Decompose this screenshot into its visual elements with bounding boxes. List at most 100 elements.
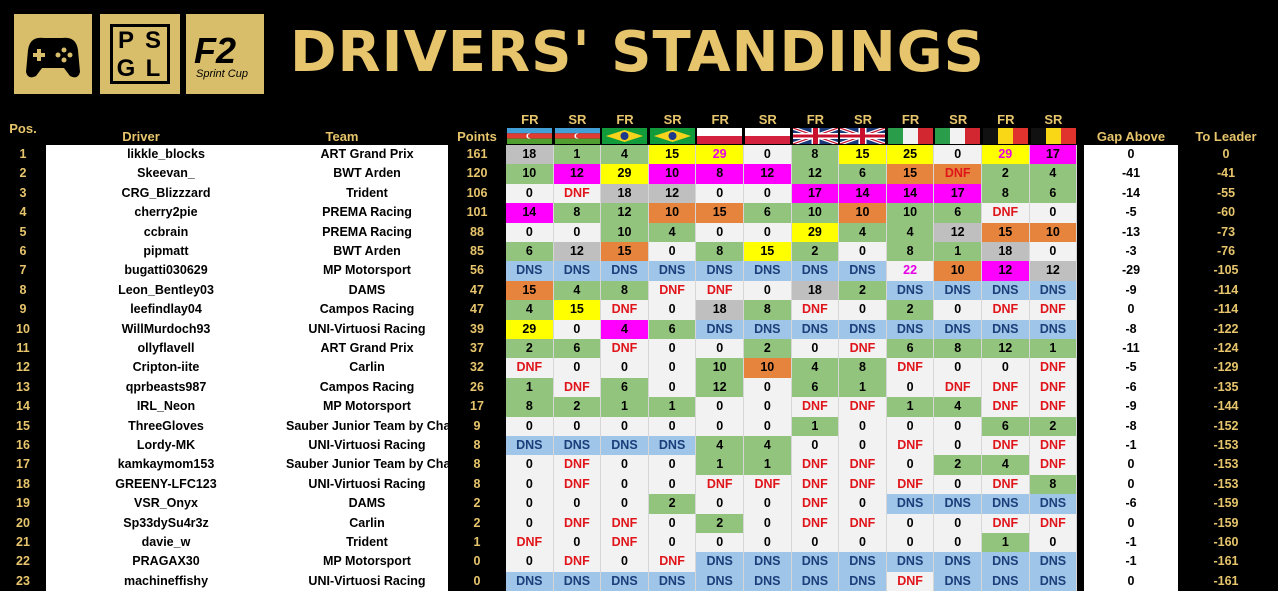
race-result-cell: 10	[934, 261, 982, 281]
points-cell: 26	[470, 379, 484, 394]
driver-name-cell: davie_w	[46, 533, 286, 553]
race-result-cell: DNF	[1029, 455, 1078, 475]
race-result-cell: 2	[648, 494, 697, 514]
race-result-cell: DNF	[982, 513, 1030, 533]
race-result-cell: 0	[648, 339, 697, 359]
race-result-cell: DNS	[553, 436, 602, 456]
race-result-cell: DNF	[1029, 300, 1078, 320]
f2-logo-text: F2	[194, 30, 237, 71]
points-cell: 2	[473, 496, 481, 511]
race-result-cell: DNS	[982, 280, 1030, 301]
race-result-cell: DNS	[934, 280, 982, 301]
race-result-cell: 0	[553, 222, 602, 242]
gap-above-cell: -3	[1084, 242, 1178, 262]
race-result-cell: 0	[839, 533, 887, 553]
race-result-cell: DNF	[601, 533, 649, 553]
race-type-label: FR	[806, 112, 825, 127]
race-result-cell: DNS	[982, 571, 1030, 591]
race-result-cell: DNS	[1029, 494, 1078, 514]
points-cell: 85	[470, 244, 484, 258]
team-name-cell: Carlin	[286, 358, 448, 378]
race-result-cell: DNF	[648, 552, 697, 572]
points-cell: 2	[473, 515, 481, 530]
race-result-cell: DNS	[886, 552, 935, 572]
team-name-cell: PREMA Racing	[286, 203, 448, 223]
to-leader-cell: -153	[1213, 457, 1239, 472]
race-result-cell: 14	[506, 203, 554, 223]
team-name-cell: UNI-Virtuosi Racing	[286, 474, 448, 495]
table-row: 1 likkle_blocks ART Grand Prix 161 18 1 4 15 29 0…	[0, 145, 1278, 165]
race-result-cell: 0	[506, 222, 554, 242]
race-result-cell: 0	[601, 455, 649, 475]
position-cell: 6	[19, 244, 27, 258]
race-result-cell: DNF	[553, 377, 602, 398]
table-row: 7 bugatti030629 MP Motorsport 56 DNS DNS DNS DN…	[0, 261, 1278, 281]
race-result-cell: 0	[648, 300, 697, 320]
race-result-cell: 10	[601, 222, 649, 242]
position-cell: 19	[16, 496, 30, 511]
race-result-cell: 0	[696, 494, 744, 514]
psgl-letter: L	[145, 55, 162, 82]
race-result-cell: 0	[791, 339, 840, 359]
poland-flag-icon	[697, 128, 743, 144]
points-header: Points	[457, 129, 497, 144]
table-row: 8 Leon_Bentley03 DAMS 47 15 4 8 DNF DNF 0 18 2 DNS DN…	[0, 280, 1278, 301]
gap-above-cell: -6	[1084, 377, 1178, 398]
team-name-cell: Sauber Junior Team by Charouz	[286, 455, 448, 475]
race-result-cell: 0	[648, 513, 697, 533]
race-result-cell: 0	[744, 533, 792, 553]
race-result-cell: 29	[982, 145, 1030, 165]
race-result-cell: 1	[696, 455, 744, 475]
race-result-cell: 12	[982, 339, 1030, 359]
race-result-cell: 0	[648, 533, 697, 553]
team-header: Team	[325, 129, 359, 144]
table-row: 17 kamkaymom153Sauber Junior Team by Char…	[0, 455, 1278, 475]
race-result-cell: DNF	[1029, 436, 1078, 456]
race-result-cell: DNF	[601, 513, 649, 533]
race-result-cell: DNS	[696, 319, 744, 339]
driver-name-cell: VSR_Onyx	[46, 494, 286, 514]
race-result-cell: DNS	[1029, 552, 1078, 572]
leader-header: To Leader	[1195, 129, 1257, 144]
table-row: 6 pipmatt BWT Arden 85 6 12 15 0 8 15 2 0 8 1 18 0 -3 -76	[0, 242, 1278, 262]
race-result-cell: DNF	[791, 494, 840, 514]
race-result-cell: 0	[696, 397, 744, 417]
race-result-cell: 8	[839, 358, 887, 378]
race-result-cell: 0	[839, 300, 887, 320]
race-result-cell: 0	[744, 494, 792, 514]
position-cell: 8	[19, 282, 27, 297]
race-result-cell: 12	[553, 164, 602, 184]
race-result-cell: DNF	[744, 474, 792, 495]
race-result-cell: 22	[886, 261, 935, 281]
gap-above-cell: -1	[1084, 436, 1178, 456]
race-result-cell: 17	[1029, 145, 1078, 165]
gap-above-cell: -9	[1084, 397, 1178, 417]
team-name-cell: Carlin	[286, 513, 448, 533]
race-result-cell: 0	[601, 416, 649, 436]
race-result-cell: DNS	[553, 261, 602, 281]
race-result-cell: 4	[982, 455, 1030, 475]
race-result-cell: DNS	[839, 319, 887, 339]
team-name-cell: BWT Arden	[286, 164, 448, 184]
race-result-cell: DNS	[886, 494, 935, 514]
race-result-cell: 0	[934, 533, 982, 553]
driver-name-cell: Sp33dySu4r3z	[46, 513, 286, 533]
psgl-letter: S	[144, 27, 162, 54]
race-result-cell: DNS	[601, 436, 649, 456]
team-name-cell: ART Grand Prix	[286, 145, 448, 165]
race-result-cell: 0	[1029, 242, 1078, 262]
race-result-cell: 8	[696, 242, 744, 262]
race-result-cell: 4	[601, 319, 649, 339]
race-result-cell: DNS	[506, 571, 554, 591]
race-result-cell: 0	[744, 280, 792, 301]
race-result-cell: 8	[744, 300, 792, 320]
race-result-cell: DNF	[886, 436, 935, 456]
team-name-cell: UNI-Virtuosi Racing	[286, 571, 448, 591]
gap-above-cell: 0	[1084, 300, 1178, 320]
race-result-cell: 0	[601, 552, 649, 572]
to-leader-cell: -159	[1213, 515, 1239, 530]
race-type-label: SR	[758, 112, 777, 127]
race-result-cell: 6	[839, 164, 887, 184]
race-result-cell: DNF	[791, 300, 840, 320]
gap-above-cell: -11	[1084, 339, 1178, 359]
